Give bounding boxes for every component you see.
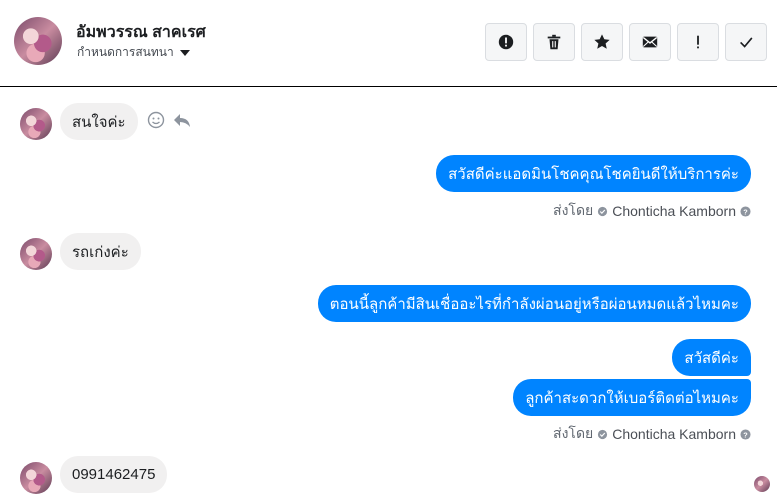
delete-button[interactable] [533,23,575,61]
mail-icon [642,36,658,48]
check-icon [740,37,753,48]
caret-down-icon [179,49,190,56]
star-icon [594,34,610,49]
svg-text:?: ? [743,207,748,216]
contact-avatar[interactable] [14,17,62,65]
message-bubble-incoming[interactable]: 0991462475 [60,456,168,493]
conversation-header: อัมพวรรณ สาคเรศ กำหนดการสนทนา [0,0,777,87]
contact-name[interactable]: อัมพวรรณ สาคเรศ [76,20,206,45]
star-button[interactable] [581,23,623,61]
verified-icon [598,206,608,216]
contact-avatar-small [20,108,52,140]
sent-by-info: ส่งโดย Chonticha Kamborn ? [553,200,751,222]
seen-avatar [754,476,770,492]
sent-by-label: ส่งโดย [553,425,594,441]
message-bubble-incoming[interactable]: สนใจค่ะ [60,103,138,140]
sent-by-agent: Chonticha Kamborn [612,426,736,442]
report-button[interactable] [485,23,527,61]
message-bubble-incoming[interactable]: รถเก่งค่ะ [60,233,141,270]
mail-button[interactable] [629,23,671,61]
sent-by-label: ส่งโดย [553,202,594,218]
done-button[interactable] [725,23,767,61]
exclamation-icon [697,35,699,49]
alert-circle-icon [498,34,514,50]
contact-avatar-small [20,238,52,270]
message-bubble-outgoing[interactable]: ตอนนี้ลูกค้ามีสินเชื่ออะไรที่กำลังผ่อนอย… [317,285,751,322]
emoji-icon[interactable] [146,110,166,130]
schedule-label: กำหนดการสนทนา [77,45,174,59]
reply-icon[interactable] [172,110,192,130]
help-icon[interactable]: ? [740,205,751,217]
message-bubble-outgoing[interactable]: ลูกค้าสะดวกให้เบอร์ติดต่อไหมคะ [513,379,751,416]
sent-by-info: ส่งโดย Chonticha Kamborn ? [553,423,751,445]
trash-icon [547,34,561,50]
conversation-schedule-dropdown[interactable]: กำหนดการสนทนา [77,43,190,62]
message-bubble-outgoing[interactable]: สวัสดีค่ะ [672,339,751,376]
important-button[interactable] [677,23,719,61]
message-tools [146,110,192,130]
sent-by-agent: Chonticha Kamborn [612,203,736,219]
help-icon[interactable]: ? [740,428,751,440]
message-bubble-outgoing[interactable]: สวัสดีค่ะแอดมินโชคคุณโชคยินดีให้บริการค่… [436,155,751,192]
contact-avatar-small [20,462,52,494]
svg-text:?: ? [743,430,748,439]
verified-icon [598,429,608,439]
